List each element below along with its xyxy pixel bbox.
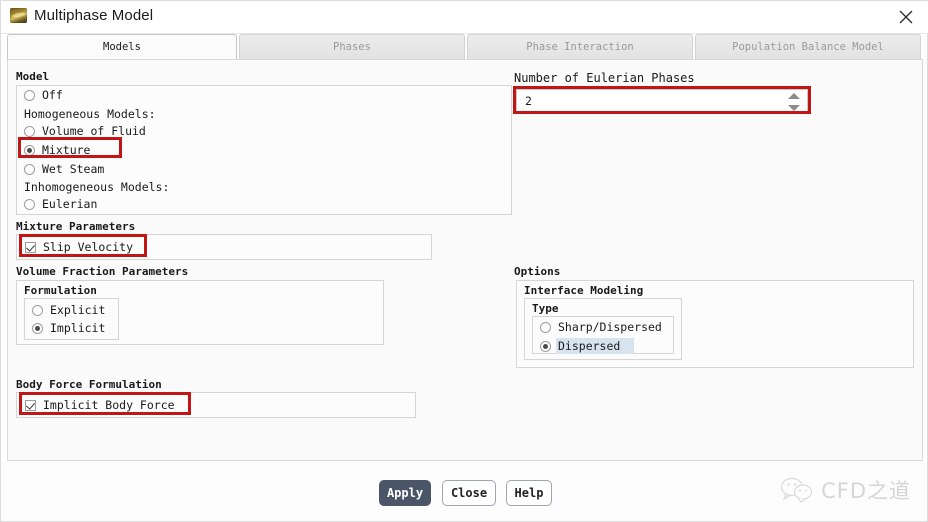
body-force-formulation-title: Body Force Formulation: [16, 378, 162, 391]
check-indicator: [25, 399, 36, 411]
radio-label: Mixture: [42, 143, 91, 157]
watermark-text: CFD之道: [821, 479, 911, 503]
eulerian-phases-value: 2: [525, 94, 532, 108]
mixture-parameters-title: Mixture Parameters: [16, 220, 136, 233]
radio-indicator: [32, 304, 43, 316]
checkbox-label: Slip Velocity: [43, 240, 134, 254]
radio-mixture[interactable]: Mixture: [24, 143, 90, 157]
volume-fraction-parameters-title: Volume Fraction Parameters: [16, 265, 189, 278]
interface-modeling-title: Interface Modeling: [524, 284, 644, 297]
radio-label: Explicit: [50, 303, 106, 317]
watermark: CFD之道: [780, 475, 911, 505]
apply-button[interactable]: Apply: [379, 480, 431, 506]
checkbox-implicit-body-force[interactable]: Implicit Body Force: [25, 398, 175, 412]
radio-label: Off: [42, 88, 63, 102]
radio-indicator: [540, 340, 551, 352]
radio-dispersed[interactable]: Dispersed: [540, 338, 635, 354]
check-indicator: [25, 241, 36, 253]
radio-indicator: [32, 322, 43, 334]
options-group-title: Options: [514, 265, 561, 278]
radio-explicit[interactable]: Explicit: [32, 303, 105, 317]
window-title: Multiphase Model: [34, 7, 154, 24]
eulerian-phases-spinner[interactable]: 2: [516, 89, 808, 112]
fluent-icon: [10, 8, 27, 23]
radio-indicator: [24, 163, 35, 175]
wechat-icon: [780, 477, 813, 503]
radio-indicator: [24, 89, 35, 101]
radio-label: Volume of Fluid: [42, 124, 146, 138]
radio-indicator: [540, 321, 551, 333]
help-button[interactable]: Help: [506, 480, 552, 506]
radio-off[interactable]: Off: [24, 88, 63, 102]
radio-label: Sharp/Dispersed: [558, 320, 662, 334]
radio-eulerian[interactable]: Eulerian: [24, 197, 97, 211]
model-group-title: Model: [16, 70, 50, 83]
checkbox-slip-velocity[interactable]: Slip Velocity: [25, 240, 133, 254]
homogeneous-models-label: Homogeneous Models:: [24, 107, 156, 121]
formulation-title: Formulation: [24, 284, 97, 297]
tab-bar: Models Phases Phase Interaction Populati…: [7, 34, 923, 59]
spinner-arrows[interactable]: [788, 92, 801, 112]
close-icon[interactable]: [883, 1, 928, 32]
radio-wet-steam[interactable]: Wet Steam: [24, 162, 104, 176]
chevron-up-icon[interactable]: [788, 93, 800, 99]
radio-sharp-dispersed[interactable]: Sharp/Dispersed: [540, 320, 662, 334]
type-title: Type: [532, 302, 559, 315]
multiphase-model-dialog: Multiphase Model Models Phases Phase Int…: [0, 0, 928, 522]
eulerian-phases-label: Number of Eulerian Phases: [514, 71, 695, 85]
models-tab-panel: Model Off Homogeneous Models: Volume of …: [7, 59, 923, 461]
chevron-down-icon[interactable]: [788, 105, 800, 111]
radio-label: Implicit: [50, 321, 106, 335]
checkbox-label: Implicit Body Force: [43, 398, 175, 412]
radio-indicator: [24, 125, 35, 137]
close-button[interactable]: Close: [442, 480, 496, 506]
radio-indicator: [24, 198, 35, 210]
radio-label: Dispersed: [556, 338, 635, 354]
radio-implicit[interactable]: Implicit: [32, 321, 105, 335]
radio-label: Eulerian: [42, 197, 98, 211]
tab-population-balance-model[interactable]: Population Balance Model: [695, 34, 922, 59]
tab-phase-interaction[interactable]: Phase Interaction: [466, 34, 693, 59]
title-bar: Multiphase Model: [1, 1, 928, 34]
radio-indicator: [24, 144, 35, 156]
tab-models[interactable]: Models: [7, 34, 237, 59]
radio-label: Wet Steam: [42, 162, 105, 176]
radio-volume-of-fluid[interactable]: Volume of Fluid: [24, 124, 146, 138]
inhomogeneous-models-label: Inhomogeneous Models:: [24, 180, 170, 194]
tab-phases[interactable]: Phases: [238, 34, 465, 59]
